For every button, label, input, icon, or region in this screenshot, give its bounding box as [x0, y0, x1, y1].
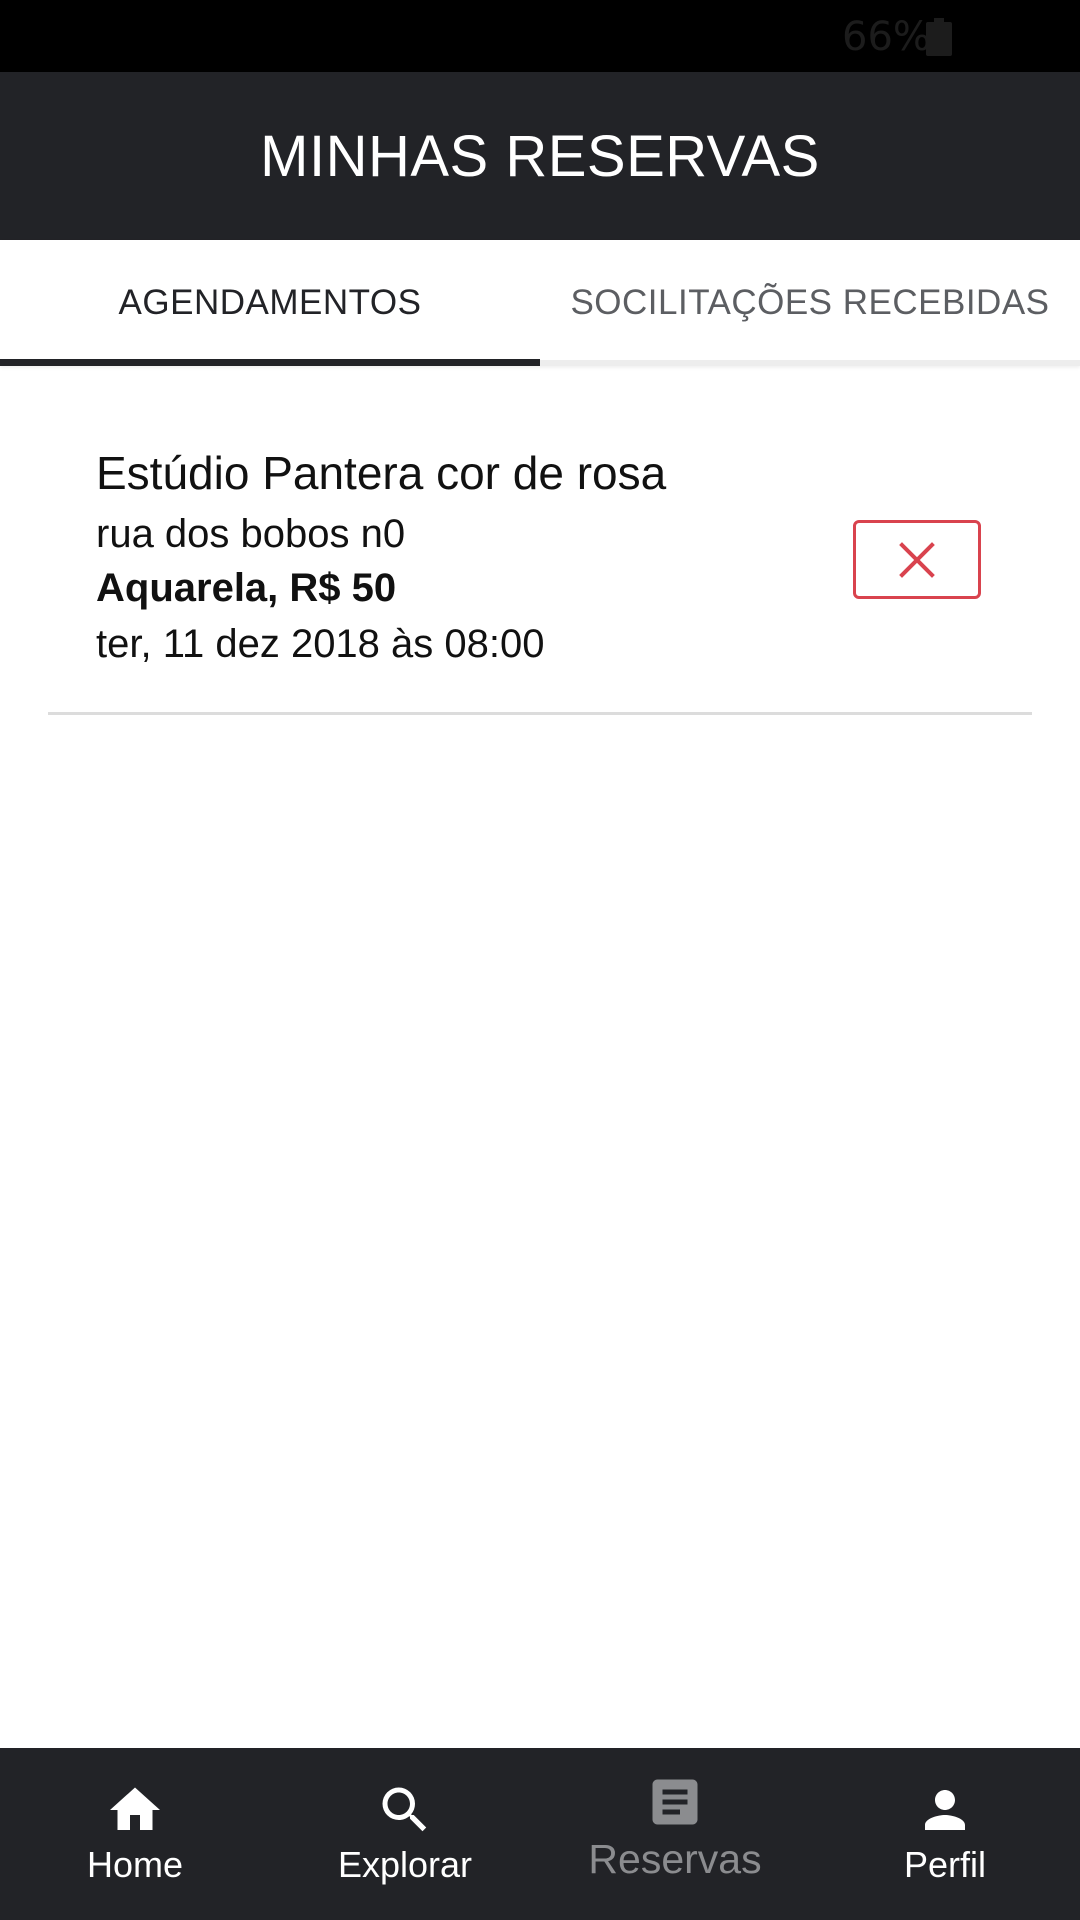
- screen: 66% MINHAS RESERVAS AGENDAMENTOS SOCILIT…: [0, 0, 1080, 1920]
- home-icon: [110, 1787, 160, 1830]
- status-bar: 66%: [0, 0, 1080, 72]
- nav-home-label: Home: [86, 1844, 184, 1885]
- app-bar: MINHAS RESERVAS: [0, 72, 1080, 240]
- tab-indicator: [0, 359, 540, 366]
- booking-datetime: ter, 11 dez 2018 às 08:00: [96, 622, 545, 666]
- tab-bar: AGENDAMENTOS SOCILITAÇÕES RECEBIDAS: [0, 240, 1080, 366]
- booking-list-item: Estúdio Pantera cor de rosa rua dos bobo…: [48, 440, 1032, 715]
- cancel-booking-button[interactable]: [853, 520, 981, 599]
- nav-explorar-label: Explorar: [337, 1844, 473, 1885]
- tab-solicitacoes-recebidas[interactable]: SOCILITAÇÕES RECEBIDAS: [540, 240, 1080, 366]
- person-icon: [925, 1790, 965, 1830]
- page-title: MINHAS RESERVAS: [260, 123, 820, 189]
- booking-service-price: Aquarela, R$ 50: [96, 566, 397, 610]
- battery-icon: [926, 18, 952, 56]
- nav-perfil[interactable]: Perfil: [810, 1748, 1080, 1920]
- booking-address: rua dos bobos n0: [96, 512, 406, 556]
- search-icon: [382, 1787, 427, 1832]
- nav-reservas[interactable]: Reservas: [540, 1748, 810, 1920]
- nav-reservas-label: Reservas: [588, 1836, 762, 1882]
- booking-studio-name: Estúdio Pantera cor de rosa: [96, 447, 667, 499]
- nav-explorar[interactable]: Explorar: [270, 1748, 540, 1920]
- reservations-icon: [652, 1779, 698, 1825]
- nav-perfil-label: Perfil: [903, 1844, 987, 1885]
- bottom-navigation: Home Explorar Reservas Perfil: [0, 1748, 1080, 1920]
- nav-home[interactable]: Home: [0, 1748, 270, 1920]
- close-icon: [899, 541, 935, 578]
- tab-agendamentos[interactable]: AGENDAMENTOS: [0, 240, 540, 366]
- battery-percentage: 66%: [842, 14, 931, 60]
